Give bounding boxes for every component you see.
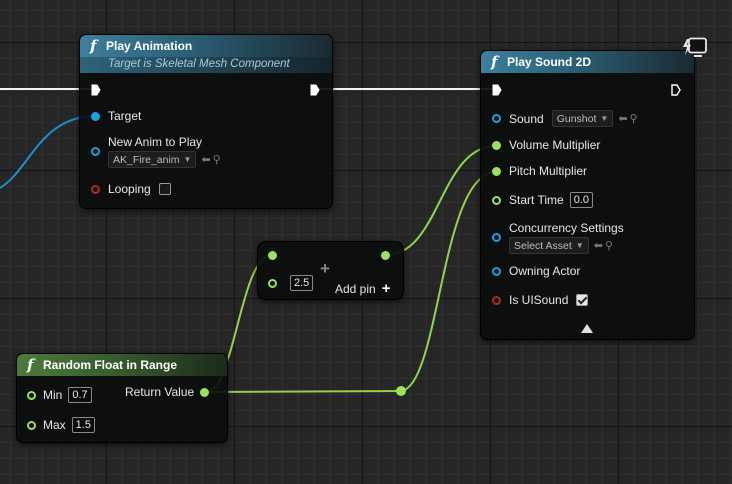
chevron-down-icon: ▼: [575, 241, 584, 250]
anim-asset-value: AK_Fire_anim: [113, 153, 180, 166]
new-anim-pin[interactable]: [91, 147, 100, 156]
add-input-b-pin[interactable]: [268, 278, 277, 288]
play-animation-node[interactable]: f Play Animation Target is Skeletal Mesh…: [79, 34, 333, 209]
sound-label: Sound: [509, 111, 544, 126]
is-ui-sound-label: Is UISound: [509, 293, 569, 307]
chevron-down-icon: ▼: [600, 114, 609, 123]
max-label: Max: [43, 418, 66, 432]
exec-out-pin[interactable]: [310, 84, 320, 96]
volume-multiplier-pin[interactable]: [492, 140, 501, 150]
function-icon: f: [27, 356, 34, 374]
max-row: Max 1.5: [27, 417, 95, 433]
reroute-knot[interactable]: [396, 386, 406, 396]
concurrency-asset-value: Select Asset: [514, 239, 572, 252]
pitch-row: Pitch Multiplier: [492, 164, 587, 178]
play-sound-2d-node[interactable]: f Play Sound 2D Sound Gunshot ▼ ⬅ ⚲ Volu…: [480, 50, 695, 340]
add-pin-button[interactable]: Add pin +: [335, 280, 390, 297]
play-sound-2d-header[interactable]: f Play Sound 2D: [481, 51, 694, 73]
concurrency-settings-pin[interactable]: [492, 233, 501, 242]
is-ui-sound-pin[interactable]: [492, 295, 501, 305]
magnifier-icon[interactable]: ⚲: [605, 239, 613, 252]
pitch-multiplier-pin[interactable]: [492, 166, 501, 176]
sound-asset-value: Gunshot: [556, 112, 597, 125]
add-output-pin[interactable]: [381, 251, 390, 260]
target-label: Target: [108, 109, 142, 123]
sound-asset-dropdown[interactable]: Gunshot ▼: [551, 110, 614, 127]
start-time-pin[interactable]: [492, 195, 501, 205]
exec-in-pin[interactable]: [492, 84, 502, 96]
plus-icon: +: [320, 259, 330, 278]
return-value-row: Return Value: [125, 385, 210, 399]
min-label: Min: [43, 388, 63, 402]
play-animation-subtitle: Target is Skeletal Mesh Component: [80, 57, 332, 73]
owning-actor-row: Owning Actor: [492, 264, 580, 278]
start-time-input[interactable]: 0.0: [569, 192, 593, 208]
magnifier-icon[interactable]: ⚲: [630, 112, 638, 125]
browse-arrow-icon[interactable]: ⬅: [594, 239, 603, 252]
is-ui-sound-checkbox[interactable]: [576, 294, 589, 306]
play-animation-title: Play Animation: [106, 39, 193, 53]
random-float-node[interactable]: f Random Float in Range Min 0.7 Return V…: [16, 353, 228, 443]
max-value-input[interactable]: 1.5: [71, 417, 95, 433]
owning-actor-pin[interactable]: [492, 266, 501, 276]
target-row: Target: [91, 109, 141, 123]
triangle-up-icon[interactable]: [581, 324, 593, 333]
volume-multiplier-label: Volume Multiplier: [509, 138, 601, 152]
monitor-lightning-icon: [683, 37, 707, 57]
concurrency-asset-dropdown[interactable]: Select Asset ▼: [509, 237, 589, 254]
start-time-row: Start Time 0.0: [492, 192, 593, 208]
looping-pin[interactable]: [91, 184, 100, 194]
anim-asset-dropdown[interactable]: AK_Fire_anim ▼: [108, 151, 197, 168]
min-value-input[interactable]: 0.7: [68, 387, 92, 403]
looping-label: Looping: [108, 182, 151, 196]
add-pin-label: Add pin: [335, 281, 376, 296]
start-time-label: Start Time: [509, 193, 564, 207]
return-value-pin[interactable]: [200, 387, 210, 397]
looping-checkbox[interactable]: [158, 183, 171, 195]
target-pin[interactable]: [91, 111, 100, 121]
plus-icon: +: [381, 280, 391, 297]
new-anim-row: New Anim to Play AK_Fire_anim ▼ ⬅ ⚲: [91, 135, 221, 168]
volume-row: Volume Multiplier: [492, 138, 600, 152]
add-node[interactable]: + 2.5 Add pin +: [257, 241, 404, 300]
pitch-multiplier-label: Pitch Multiplier: [509, 164, 588, 178]
random-float-title: Random Float in Range: [43, 358, 178, 372]
play-animation-header[interactable]: f Play Animation: [80, 35, 332, 57]
function-icon: f: [491, 53, 498, 71]
magnifier-icon[interactable]: ⚲: [213, 153, 221, 166]
looping-row: Looping: [91, 182, 171, 196]
exec-out-pin[interactable]: [671, 84, 681, 96]
concurrency-settings-label: Concurrency Settings: [509, 221, 624, 235]
owning-actor-label: Owning Actor: [509, 264, 581, 278]
chevron-down-icon: ▼: [183, 155, 192, 164]
exec-in-pin[interactable]: [91, 84, 101, 96]
add-input-b-row: 2.5: [268, 275, 314, 291]
sound-row: Sound Gunshot ▼ ⬅ ⚲: [492, 110, 638, 127]
play-sound-2d-title: Play Sound 2D: [507, 55, 592, 69]
is-ui-sound-row: Is UISound: [492, 293, 589, 307]
function-icon: f: [90, 37, 97, 55]
browse-arrow-icon[interactable]: ⬅: [618, 112, 627, 125]
random-float-header[interactable]: f Random Float in Range: [17, 354, 227, 376]
min-pin[interactable]: [27, 390, 36, 400]
add-value-input[interactable]: 2.5: [290, 275, 314, 291]
concurrency-row: Concurrency Settings Select Asset ▼ ⬅ ⚲: [492, 221, 624, 254]
max-pin[interactable]: [27, 420, 36, 430]
min-row: Min 0.7: [27, 387, 92, 403]
return-value-label: Return Value: [125, 385, 195, 399]
new-anim-label: New Anim to Play: [108, 135, 203, 149]
browse-arrow-icon[interactable]: ⬅: [201, 153, 210, 166]
add-input-a-pin[interactable]: [268, 251, 277, 260]
sound-pin[interactable]: [492, 114, 501, 123]
